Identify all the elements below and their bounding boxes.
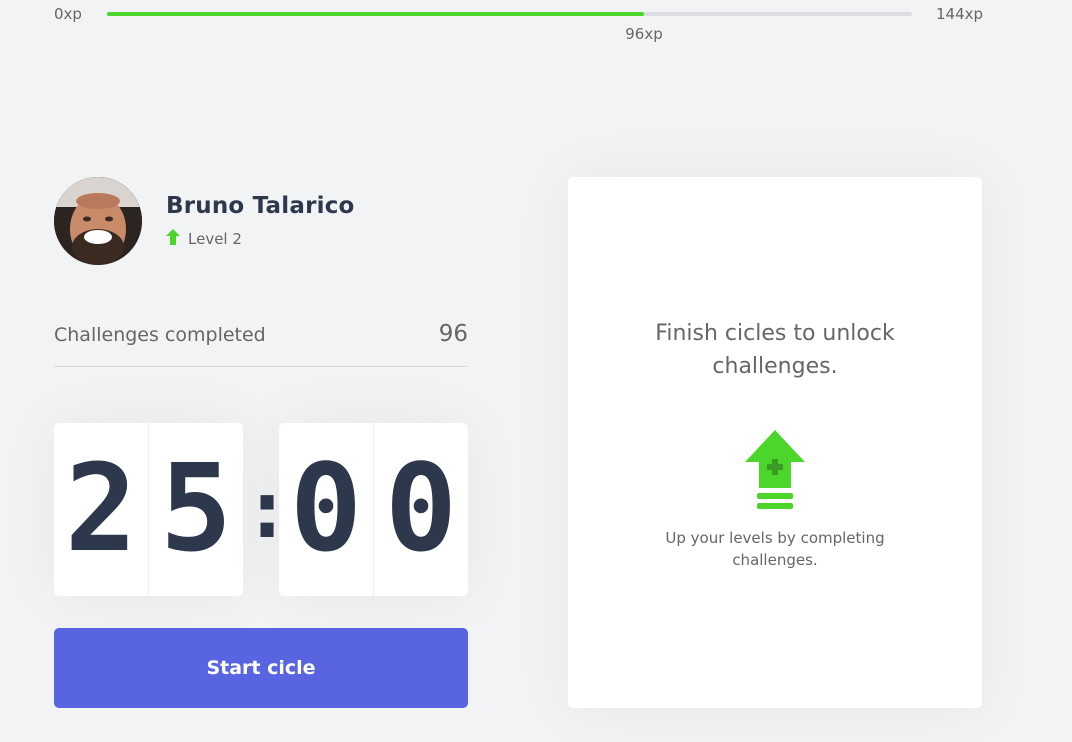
level-label: Level 2 xyxy=(188,230,242,248)
challenge-box-title: Finish cicles to unlock challenges. xyxy=(655,321,895,379)
minute-digit-left: 2 xyxy=(54,423,149,596)
second-digit-left: 0 xyxy=(279,423,374,596)
user-name: Bruno Talarico xyxy=(166,193,355,219)
xp-min-label: 0xp xyxy=(54,5,82,23)
completed-challenges-count: 96 xyxy=(438,321,468,347)
level-info: Level 2 xyxy=(166,229,242,249)
avatar xyxy=(54,177,142,265)
time-separator: : xyxy=(243,462,292,556)
level-up-arrow-icon xyxy=(166,229,180,249)
challenge-box: Finish cicles to unlock challenges. Up y… xyxy=(568,177,982,708)
xp-current-label: 96xp xyxy=(625,25,663,43)
app-page: 0xp 96xp 144xp Bruno Talarico Level 2 Ch… xyxy=(0,0,1072,742)
avatar-photo xyxy=(54,177,142,265)
completed-challenges-label: Challenges completed xyxy=(54,324,266,346)
level-up-icon xyxy=(745,430,805,514)
second-digit-right: 0 xyxy=(384,439,458,579)
experience-bar xyxy=(107,12,912,16)
completed-challenges: Challenges completed 96 xyxy=(54,318,468,367)
experience-bar-fill xyxy=(107,12,644,16)
seconds-display: 0 0 xyxy=(279,423,468,596)
minute-digit-right: 5 xyxy=(159,439,233,579)
start-cycle-button[interactable]: Start cicle xyxy=(54,628,468,708)
minutes-display: 2 5 xyxy=(54,423,243,596)
challenge-box-hint: Up your levels by completing challenges. xyxy=(665,529,885,569)
xp-max-label: 144xp xyxy=(936,5,984,23)
countdown-timer: 2 5 : 0 0 xyxy=(54,423,468,596)
